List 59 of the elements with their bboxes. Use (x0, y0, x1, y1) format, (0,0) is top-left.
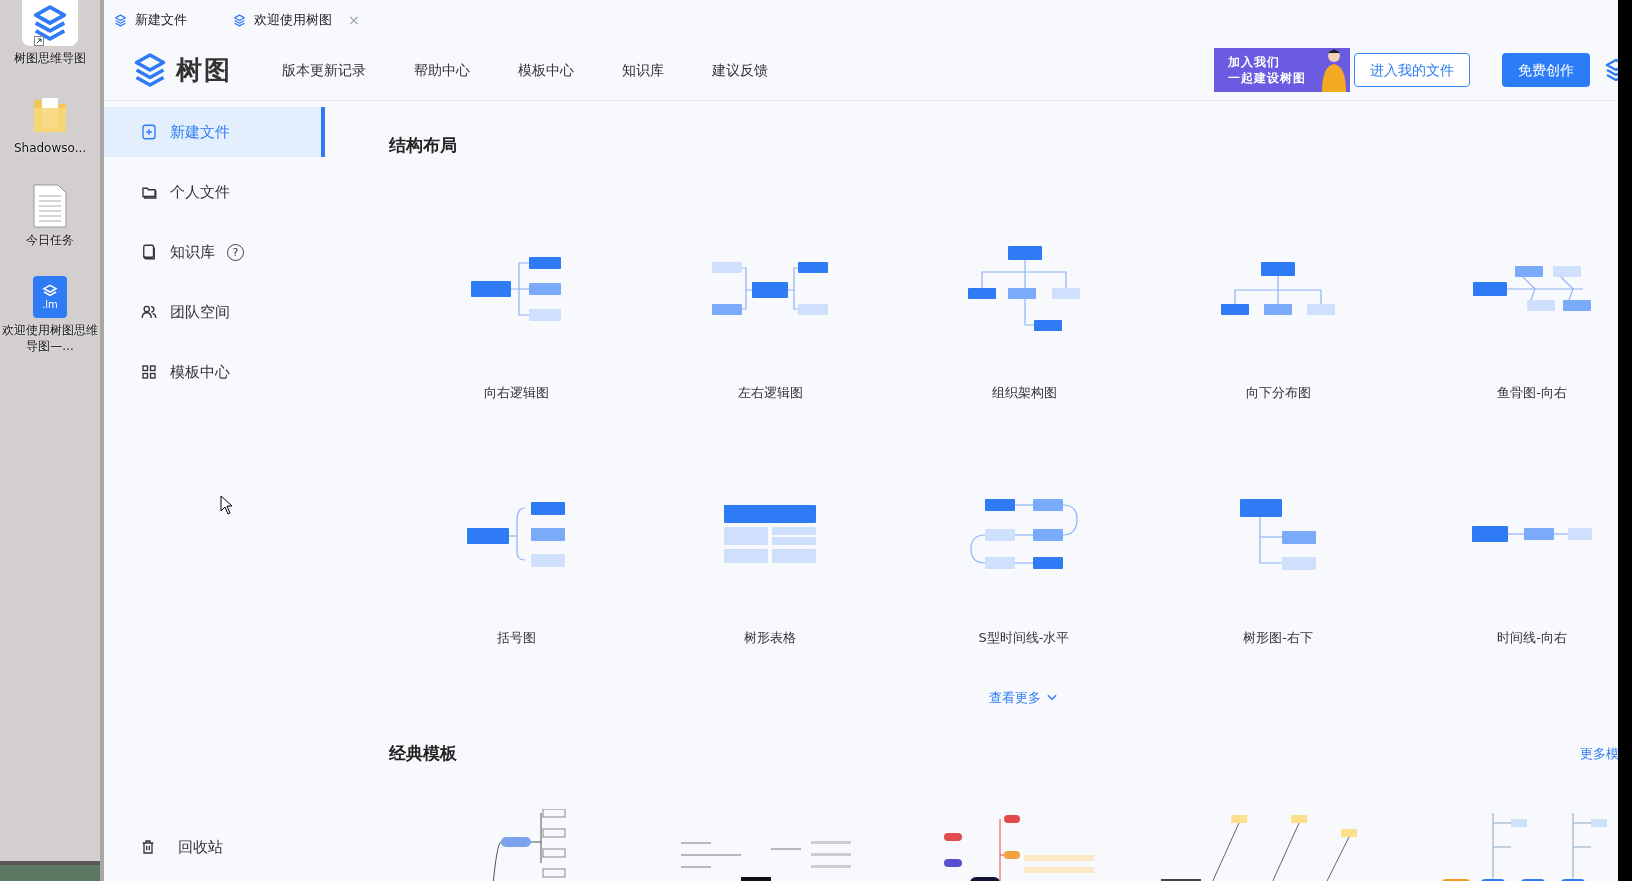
desktop-icon-label[interactable]: 欢迎使用树图思维导图—... (2, 322, 98, 354)
logo-text: 树图 (176, 53, 232, 87)
logo-icon (233, 13, 246, 27)
sidebar-item[interactable]: 知识库 ? (104, 227, 325, 277)
layout-diagram-icon (968, 246, 1080, 331)
nav-link[interactable]: 帮助中心 (414, 59, 470, 81)
file-icon: .lm (33, 276, 67, 318)
banner-text: 一起建设树图 (1228, 70, 1306, 86)
sidebar-item[interactable]: 新建文件 (104, 107, 325, 157)
layout-card[interactable]: 鱼骨图-向右 (1405, 240, 1618, 402)
section-title: 经典模板 (389, 742, 457, 765)
logo-icon (114, 13, 127, 27)
layout-diagram-icon (969, 497, 1079, 571)
nav-link[interactable]: 建议反馈 (712, 59, 768, 81)
layout-card[interactable]: 时间线-向右 (1405, 486, 1618, 648)
document-icon (32, 184, 68, 228)
trash-icon (140, 839, 156, 855)
create-button[interactable]: 免费创作 (1502, 53, 1590, 87)
layout-diagram-icon (467, 501, 565, 567)
logo-icon (31, 4, 69, 42)
desktop-icon-label[interactable]: Shadowso... (2, 140, 98, 156)
sidebar-item[interactable]: 个人文件 (104, 167, 325, 217)
sidebar-item[interactable]: 团队空间 (104, 287, 325, 337)
my-files-button[interactable]: 进入我的文件 (1354, 53, 1470, 87)
section-title: 结构布局 (389, 134, 458, 157)
nav-link[interactable]: 模板中心 (518, 59, 574, 81)
layout-card[interactable]: 向右逻辑图 (389, 240, 643, 402)
trash-item[interactable]: 回收站 (104, 827, 325, 867)
desktop-icon-label[interactable]: 树图思维导图 (2, 50, 98, 66)
layout-diagram-icon (1473, 266, 1591, 311)
layout-card[interactable]: 树形表格 (643, 486, 897, 648)
layout-diagram-icon (1240, 498, 1316, 570)
layout-card[interactable]: 向下分布图 (1151, 240, 1405, 402)
layout-card[interactable]: 组织架构图 (897, 240, 1151, 402)
nav-link[interactable]: 版本更新记录 (282, 59, 366, 81)
layout-card[interactable]: 括号图 (389, 486, 643, 648)
logo-icon (132, 52, 168, 88)
layout-card[interactable]: 树形图-右下 (1151, 486, 1405, 648)
layout-diagram-icon (712, 262, 828, 315)
tab[interactable]: 新建文件 (114, 10, 187, 30)
mouse-cursor-icon (220, 495, 234, 515)
layout-card[interactable]: 左右逻辑图 (643, 240, 897, 402)
banner-text: 加入我们 (1228, 54, 1281, 70)
layout-diagram-icon (1472, 526, 1592, 542)
layout-diagram-icon (724, 505, 816, 563)
more-templates-link[interactable]: 更多模 (1580, 744, 1618, 764)
add-file-icon (140, 123, 158, 141)
nav-link[interactable]: 知识库 (622, 59, 664, 81)
desktop-icon-label[interactable]: 今日任务 (2, 232, 98, 248)
grid-icon (140, 363, 158, 381)
sidebar-item[interactable]: 模板中心 (104, 347, 325, 397)
see-more-link[interactable]: 查看更多 (989, 687, 1059, 707)
tab[interactable]: 欢迎使用树图 × (233, 9, 360, 31)
layout-diagram-icon (471, 256, 561, 321)
people-icon (140, 303, 158, 321)
layout-card[interactable]: S型时间线-水平 (897, 486, 1151, 648)
promo-banner[interactable]: 加入我们 一起建设树图 (1214, 48, 1350, 92)
book-icon (140, 243, 158, 261)
layout-diagram-icon (1221, 262, 1335, 315)
